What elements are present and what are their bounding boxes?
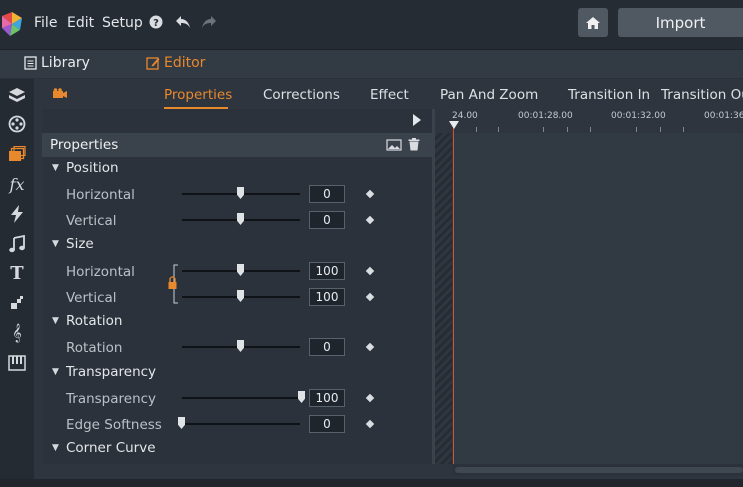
editor-tab-label: Editor bbox=[164, 55, 206, 71]
status-strip bbox=[0, 479, 743, 487]
rotation-input[interactable]: 0 bbox=[309, 338, 345, 356]
size-vertical-label: Vertical bbox=[66, 290, 117, 306]
home-button[interactable] bbox=[578, 8, 608, 37]
timeline-out-of-range bbox=[435, 133, 452, 464]
edge-softness-slider[interactable] bbox=[182, 423, 300, 425]
position-horizontal-input[interactable]: 0 bbox=[309, 185, 345, 203]
redo-icon[interactable] bbox=[201, 15, 217, 29]
ruler-tick bbox=[498, 127, 499, 132]
tab-transition-out[interactable]: Transition Ou bbox=[661, 87, 743, 103]
help-icon[interactable]: ? bbox=[149, 15, 163, 29]
library-icon bbox=[24, 56, 37, 70]
home-icon bbox=[586, 16, 600, 29]
svg-text:?: ? bbox=[153, 18, 159, 29]
keyframe-timeline[interactable] bbox=[452, 133, 743, 464]
transparency-slider[interactable] bbox=[182, 397, 300, 399]
ruler-tick-label: 24.00 bbox=[452, 111, 478, 121]
app-logo-icon bbox=[2, 12, 22, 36]
tool-strip: fx T 𝄞 bbox=[0, 79, 34, 479]
section-rotation[interactable]: Rotation bbox=[66, 313, 122, 329]
ruler-tick-label: 00:01:28.00 bbox=[518, 111, 573, 121]
ruler-tick bbox=[660, 127, 661, 132]
position-horizontal-label: Horizontal bbox=[66, 187, 135, 203]
tab-properties[interactable]: Properties bbox=[164, 87, 232, 103]
piano-icon[interactable] bbox=[7, 353, 27, 373]
collapse-arrow-icon[interactable]: ▼ bbox=[52, 163, 59, 173]
position-vertical-label: Vertical bbox=[66, 213, 117, 229]
edge-softness-input[interactable]: 0 bbox=[309, 415, 345, 433]
lightning-icon[interactable] bbox=[7, 204, 27, 224]
treble-clef-icon[interactable]: 𝄞 bbox=[7, 323, 27, 343]
tab-transition-in[interactable]: Transition In bbox=[568, 87, 650, 103]
menu-edit[interactable]: Edit bbox=[67, 15, 94, 31]
tab-corrections[interactable]: Corrections bbox=[263, 87, 340, 103]
fx-icon[interactable]: fx bbox=[7, 174, 27, 194]
aspect-lock-icon[interactable] bbox=[167, 263, 181, 305]
collapse-arrow-icon[interactable]: ▼ bbox=[52, 443, 59, 453]
size-vertical-input[interactable]: 100 bbox=[309, 288, 345, 306]
playhead[interactable] bbox=[453, 122, 454, 464]
library-tab-label: Library bbox=[41, 55, 90, 71]
position-vertical-input[interactable]: 0 bbox=[309, 211, 345, 229]
edit-icon bbox=[146, 57, 160, 70]
ruler-tick bbox=[567, 127, 568, 132]
media-box-icon[interactable] bbox=[7, 85, 27, 105]
import-button[interactable]: Import bbox=[618, 8, 743, 37]
size-horizontal-input[interactable]: 100 bbox=[309, 262, 345, 280]
ruler-tick bbox=[476, 127, 477, 132]
timeline-scrollbar-thumb[interactable] bbox=[455, 467, 743, 473]
collapse-arrow-icon[interactable]: ▼ bbox=[52, 239, 59, 249]
menu-file[interactable]: File bbox=[34, 15, 57, 31]
title-text-icon[interactable]: T bbox=[7, 263, 27, 284]
tab-pan-and-zoom[interactable]: Pan And Zoom bbox=[440, 87, 538, 103]
ruler-tick bbox=[636, 127, 637, 132]
blocks-icon[interactable] bbox=[7, 293, 27, 313]
menu-setup[interactable]: Setup bbox=[102, 15, 143, 31]
section-corner-curve[interactable]: Corner Curve bbox=[66, 440, 156, 456]
section-size[interactable]: Size bbox=[66, 236, 94, 252]
section-position[interactable]: Position bbox=[66, 160, 119, 176]
play-icon[interactable] bbox=[413, 114, 421, 126]
film-reel-icon[interactable] bbox=[7, 114, 27, 134]
ruler-tick bbox=[590, 127, 591, 132]
edge-softness-label: Edge Softness bbox=[66, 417, 162, 433]
properties-title: Properties bbox=[50, 137, 119, 153]
transparency-input[interactable]: 100 bbox=[309, 389, 345, 407]
ruler-tick bbox=[543, 127, 544, 132]
collapse-arrow-icon[interactable]: ▼ bbox=[52, 316, 59, 326]
editor-tab[interactable]: Editor bbox=[146, 55, 205, 71]
transparency-label: Transparency bbox=[66, 391, 157, 407]
library-tab[interactable]: Library bbox=[24, 55, 90, 71]
timeline-ruler[interactable] bbox=[435, 109, 743, 133]
mode-bar bbox=[0, 49, 743, 78]
ruler-tick bbox=[683, 127, 684, 132]
playhead-handle-icon[interactable] bbox=[449, 121, 459, 129]
music-note-icon[interactable] bbox=[7, 234, 27, 254]
undo-icon[interactable] bbox=[175, 15, 191, 29]
rotation-label: Rotation bbox=[66, 340, 123, 356]
tab-effect[interactable]: Effect bbox=[370, 87, 409, 103]
ruler-tick-label: 00:01:32.00 bbox=[611, 111, 666, 121]
image-icon[interactable] bbox=[386, 139, 402, 151]
layers-icon[interactable] bbox=[7, 144, 27, 164]
video-camera-icon bbox=[53, 88, 67, 98]
size-horizontal-label: Horizontal bbox=[66, 264, 135, 280]
section-transparency[interactable]: Transparency bbox=[66, 364, 156, 380]
trash-icon[interactable] bbox=[408, 138, 420, 151]
collapse-arrow-icon[interactable]: ▼ bbox=[52, 367, 59, 377]
ruler-tick-label: 00:01:36. bbox=[704, 111, 743, 121]
